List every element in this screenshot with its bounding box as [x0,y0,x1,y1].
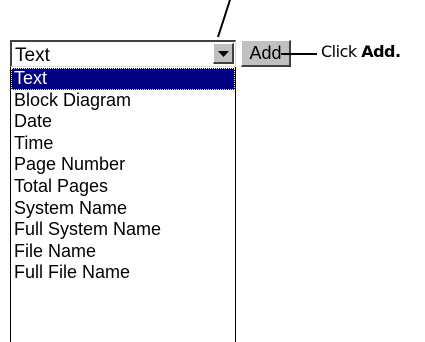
list-item-total-pages[interactable]: Total Pages [11,176,235,198]
list-item-time[interactable]: Time [11,133,235,155]
field-type-value: Text [15,45,50,66]
list-item-date[interactable]: Date [11,111,235,133]
dropdown-arrow-button[interactable] [213,43,234,64]
list-item-file-name[interactable]: File Name [11,241,235,263]
list-item-system-name[interactable]: System Name [11,198,235,220]
field-type-dropdown-list[interactable]: Text Block Diagram Date Time Page Number… [10,67,236,342]
callout-emphasis: Add. [361,42,401,61]
list-item-full-system-name[interactable]: Full System Name [11,219,235,241]
list-item-page-number[interactable]: Page Number [11,154,235,176]
chevron-down-icon [218,51,229,57]
callout-prefix: Click [321,42,362,61]
field-type-combobox[interactable]: Text [10,40,236,67]
list-item-block-diagram[interactable]: Block Diagram [11,90,235,112]
callout-connector [281,53,317,55]
list-item-full-file-name[interactable]: Full File Name [11,262,235,284]
callout-instruction: Click Add. [321,40,401,64]
list-item-text[interactable]: Text [11,68,235,90]
